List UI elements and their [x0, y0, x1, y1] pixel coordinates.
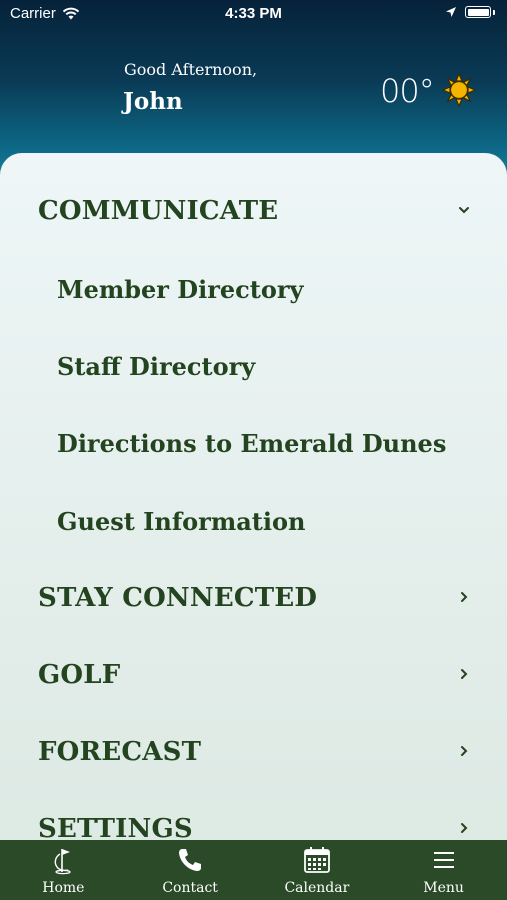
chevron-right-icon [461, 746, 468, 756]
chevron-down-icon [459, 207, 469, 214]
menu-item-member-directory[interactable]: Member Directory [0, 259, 507, 319]
tab-bar: Home Contact Calendar Menu [0, 840, 507, 900]
battery-cap [493, 9, 495, 15]
chevron-right-icon [461, 669, 468, 679]
tab-label: Calendar [284, 880, 350, 896]
menu-section-label: FORECAST [38, 737, 202, 767]
tab-menu[interactable]: Menu [380, 840, 507, 900]
menu-item-label: Directions to Emerald Dunes [57, 428, 447, 458]
tab-label: Contact [162, 880, 218, 896]
menu-item-guest-information[interactable]: Guest Information [0, 491, 507, 551]
menu-item-label: Guest Information [57, 506, 306, 536]
menu-item-label: Staff Directory [57, 351, 256, 381]
menu-item-label: Member Directory [57, 274, 304, 304]
status-right [445, 6, 495, 18]
menu-section-golf[interactable]: GOLF [0, 645, 507, 705]
greeting: Good Afternoon, [124, 60, 258, 79]
hamburger-menu-icon [433, 852, 454, 868]
menu-section-label: STAY CONNECTED [38, 583, 318, 613]
menu-section-forecast[interactable]: FORECAST [0, 722, 507, 782]
menu-item-staff-directory[interactable]: Staff Directory [0, 336, 507, 396]
temperature[interactable]: 00° [380, 72, 435, 110]
battery-icon [465, 6, 491, 18]
menu-panel: COMMUNICATE Member Directory Staff Direc… [0, 153, 507, 853]
user-name: John [123, 88, 183, 115]
menu-section-label: COMMUNICATE [38, 196, 279, 226]
menu-section-stay-connected[interactable]: STAY CONNECTED [0, 568, 507, 628]
golf-flag-icon [54, 849, 71, 875]
tab-home[interactable]: Home [0, 840, 127, 900]
phone-icon [179, 849, 202, 871]
menu-section-label: GOLF [38, 660, 121, 690]
location-arrow-icon [446, 7, 456, 17]
sun-icon[interactable] [442, 73, 476, 107]
chevron-right-icon [461, 592, 468, 602]
tab-label: Home [42, 880, 85, 896]
tab-calendar[interactable]: Calendar [254, 840, 381, 900]
chevron-right-icon [461, 823, 468, 833]
calendar-icon [303, 847, 330, 873]
menu-item-directions[interactable]: Directions to Emerald Dunes [0, 413, 507, 473]
status-bar: Carrier 4:33 PM [0, 0, 507, 30]
tab-label: Menu [423, 880, 464, 896]
clock: 4:33 PM [225, 5, 282, 22]
menu-section-communicate[interactable]: COMMUNICATE [0, 181, 507, 241]
tab-contact[interactable]: Contact [127, 840, 254, 900]
